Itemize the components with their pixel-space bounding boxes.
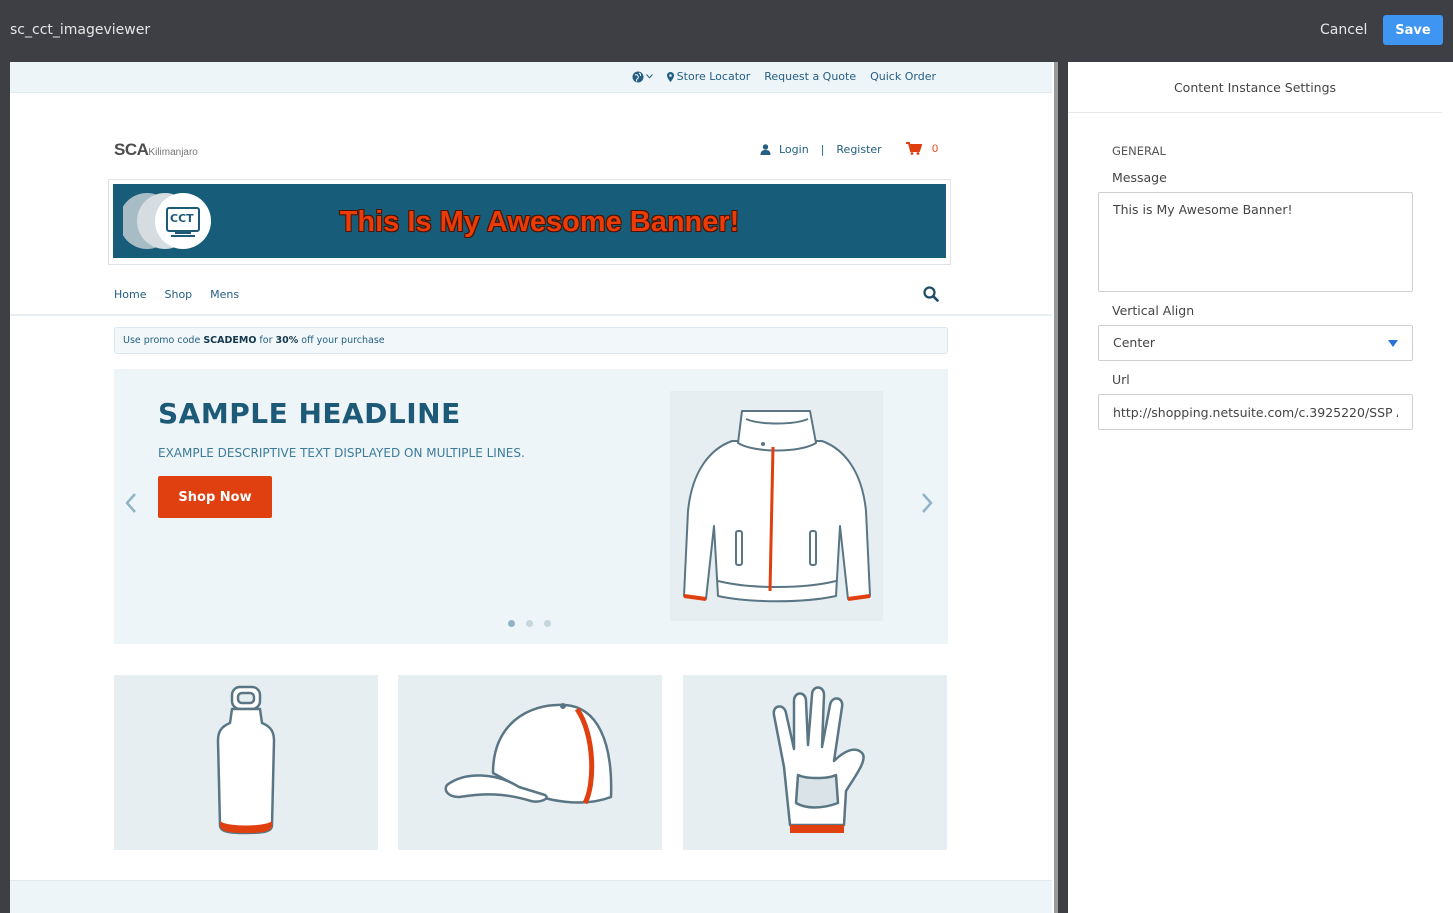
language-selector[interactable] xyxy=(632,70,653,83)
cart-icon xyxy=(906,142,922,155)
banner-message: This Is My Awesome Banner! xyxy=(339,206,740,238)
chevron-right-icon[interactable] xyxy=(920,492,934,514)
jacket-icon xyxy=(683,410,871,603)
app-title: sc_cct_imageviewer xyxy=(10,22,151,38)
search-icon[interactable] xyxy=(923,286,939,302)
site-logo[interactable]: SCAKilimanjaro xyxy=(114,140,198,160)
section-general-label: GENERAL xyxy=(1112,144,1166,158)
save-button[interactable]: Save xyxy=(1383,15,1443,45)
image-banner: CCT This Is My Awesome Banner! xyxy=(113,184,946,258)
globe-icon xyxy=(632,71,644,82)
vertical-align-label: Vertical Align xyxy=(1112,303,1195,318)
request-quote-link[interactable]: Request a Quote xyxy=(764,70,856,83)
nav-divider xyxy=(10,314,1052,316)
product-tile-glove[interactable] xyxy=(683,675,947,850)
promo-code: SCADEMO xyxy=(203,335,257,346)
image-banner-frame[interactable]: CCT This Is My Awesome Banner! xyxy=(108,179,951,265)
product-tile-bottle[interactable] xyxy=(114,675,378,850)
account-links: Login | Register xyxy=(760,143,882,156)
store-locator-label: Store Locator xyxy=(676,70,751,83)
hero-headline: SAMPLE HEADLINE xyxy=(158,397,461,430)
cancel-button[interactable]: Cancel xyxy=(1310,18,1377,42)
user-icon xyxy=(760,144,771,155)
glove-icon xyxy=(772,686,865,833)
logo-main: SCA xyxy=(114,140,149,159)
settings-title: Content Instance Settings xyxy=(1068,62,1442,113)
chevron-down-icon xyxy=(645,74,653,79)
promo-discount: 30% xyxy=(275,335,299,346)
promo-prefix: Use promo code xyxy=(123,335,204,346)
map-marker-icon xyxy=(666,71,674,82)
quick-order-link[interactable]: Quick Order xyxy=(870,70,936,83)
main-nav: Home Shop Mens xyxy=(114,288,239,301)
nav-item-shop[interactable]: Shop xyxy=(164,288,192,301)
chevron-left-icon[interactable] xyxy=(124,492,138,514)
vertical-align-select[interactable]: Center xyxy=(1098,325,1413,361)
store-locator-link[interactable]: Store Locator xyxy=(666,70,751,83)
logo-sub: Kilimanjaro xyxy=(148,147,198,158)
product-tile-cap[interactable] xyxy=(398,675,662,850)
dropdown-caret-icon xyxy=(1388,340,1398,347)
nav-item-mens[interactable]: Mens xyxy=(210,288,239,301)
message-label: Message xyxy=(1112,170,1167,185)
hero-image xyxy=(670,391,883,621)
carousel-dot-3[interactable] xyxy=(544,620,551,627)
shop-now-button[interactable]: Shop Now xyxy=(158,476,272,518)
store-preview: Store Locator Request a Quote Quick Orde… xyxy=(10,62,1058,913)
carousel-dot-1[interactable] xyxy=(508,620,515,627)
account-separator: | xyxy=(820,143,825,156)
water-bottle-icon xyxy=(216,685,276,835)
nav-item-home[interactable]: Home xyxy=(114,288,146,301)
carousel-dots xyxy=(508,620,551,627)
baseball-cap-icon xyxy=(444,703,613,805)
promo-mid: for xyxy=(256,335,276,346)
cart-count: 0 xyxy=(932,142,939,155)
carousel-dot-2[interactable] xyxy=(526,620,533,627)
url-input[interactable] xyxy=(1098,394,1413,430)
promo-suffix: off your purchase xyxy=(298,335,385,346)
url-label: Url xyxy=(1112,372,1130,387)
cart-button[interactable]: 0 xyxy=(906,142,938,155)
settings-panel: Content Instance Settings GENERAL Messag… xyxy=(1068,62,1453,913)
promo-bar: Use promo code SCADEMO for 30% off your … xyxy=(114,327,948,354)
message-textarea[interactable]: This is My Awesome Banner! xyxy=(1098,192,1413,292)
login-link[interactable]: Login xyxy=(779,143,809,156)
top-bar: sc_cct_imageviewer Cancel Save xyxy=(0,0,1453,62)
hero-carousel: SAMPLE HEADLINE EXAMPLE DESCRIPTIVE TEXT… xyxy=(114,369,948,644)
register-link[interactable]: Register xyxy=(836,143,881,156)
vertical-align-value: Center xyxy=(1113,335,1156,350)
utility-bar: Store Locator Request a Quote Quick Orde… xyxy=(10,62,1052,93)
footer-band xyxy=(10,880,1052,913)
hero-subtext: EXAMPLE DESCRIPTIVE TEXT DISPLAYED ON MU… xyxy=(158,446,525,460)
